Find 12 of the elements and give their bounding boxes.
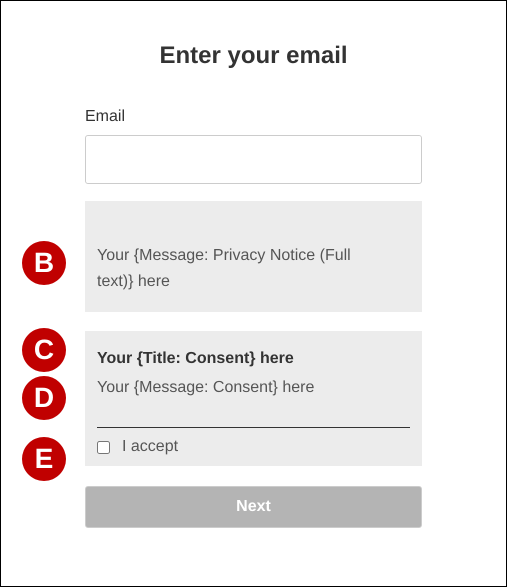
privacy-message: Your {Message: Privacy Notice (Full text)} here [97, 246, 352, 292]
page-title: Enter your email [158, 41, 349, 71]
callout-marker: D [22, 376, 66, 420]
consent-title: Your {Title: Consent} here [97, 349, 294, 369]
accept-label: I accept [122, 438, 178, 456]
accept-checkbox[interactable] [97, 440, 110, 454]
email-label: Email [85, 107, 126, 127]
callout-marker: B [22, 241, 66, 285]
email-field[interactable] [85, 135, 422, 184]
callout-marker: C [22, 328, 66, 372]
consent-message: Your {Message: Consent} here [97, 378, 314, 398]
callout-marker: E [22, 437, 66, 481]
